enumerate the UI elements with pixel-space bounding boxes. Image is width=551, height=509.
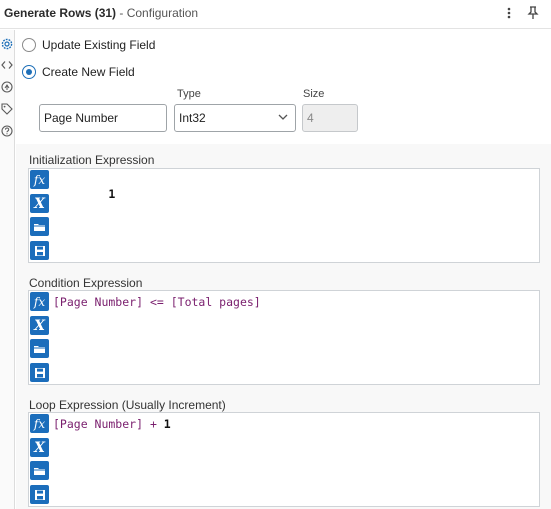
- condition-expression-section: Condition Expression fx X [Page Number] …: [16, 268, 551, 390]
- init-expression-section: Initialization Expression fx X 1: [16, 144, 551, 268]
- save-icon[interactable]: [30, 363, 49, 382]
- code-token: 1: [163, 417, 171, 431]
- field-name-input[interactable]: Page Number: [39, 104, 167, 132]
- code-token: <=: [143, 295, 171, 309]
- size-input: 4: [302, 104, 358, 132]
- folder-icon[interactable]: [30, 217, 49, 236]
- panel-title: Generate Rows (31) - Configuration: [4, 6, 198, 20]
- arrows-icon[interactable]: [1, 81, 13, 93]
- gear-icon[interactable]: [1, 38, 13, 50]
- create-new-label: Create New Field: [42, 65, 135, 79]
- condition-expression-label: Condition Expression: [29, 276, 143, 290]
- tool-name: Generate Rows (31): [4, 6, 117, 20]
- code-token: [Page Number]: [53, 417, 144, 431]
- loop-expression-section: Loop Expression (Usually Increment) fx X…: [16, 390, 551, 509]
- type-select[interactable]: Int32: [174, 104, 296, 132]
- pin-icon[interactable]: [524, 4, 542, 22]
- variable-icon[interactable]: X: [30, 316, 49, 335]
- loop-expression-label: Loop Expression (Usually Increment): [29, 398, 226, 412]
- panel-header: Generate Rows (31) - Configuration: [0, 0, 551, 29]
- init-expression-code[interactable]: 1: [53, 173, 115, 215]
- more-vertical-icon[interactable]: [500, 4, 518, 22]
- update-existing-field-option[interactable]: Update Existing Field: [22, 36, 155, 54]
- side-rail: [0, 30, 15, 509]
- config-panel: Update Existing Field Create New Field P…: [16, 30, 551, 509]
- update-existing-radio[interactable]: [22, 38, 36, 52]
- code-token: [Page Number]: [53, 295, 144, 309]
- create-new-radio[interactable]: [22, 65, 36, 79]
- folder-icon[interactable]: [30, 461, 49, 480]
- code-token: 1: [108, 187, 116, 201]
- variable-icon[interactable]: X: [30, 438, 49, 457]
- loop-expression-editor[interactable]: fx X [Page Number] + 1: [28, 412, 540, 507]
- init-expression-editor[interactable]: fx X 1: [28, 168, 540, 263]
- loop-expression-code[interactable]: [Page Number] + 1: [53, 417, 171, 431]
- type-selected-value: Int32: [179, 111, 206, 125]
- update-existing-label: Update Existing Field: [42, 38, 156, 52]
- code-token: +: [143, 417, 164, 431]
- condition-expression-editor[interactable]: fx X [Page Number] <= [Total pages]: [28, 290, 540, 385]
- init-expression-label: Initialization Expression: [29, 153, 155, 167]
- save-icon[interactable]: [30, 485, 49, 504]
- chevron-down-icon: [278, 114, 288, 122]
- folder-icon[interactable]: [30, 339, 49, 358]
- tag-icon[interactable]: [1, 103, 13, 115]
- create-new-field-option[interactable]: Create New Field: [22, 63, 135, 81]
- save-icon[interactable]: [30, 241, 49, 260]
- size-label: Size: [303, 88, 325, 100]
- code-icon[interactable]: [1, 59, 13, 71]
- function-icon[interactable]: fx: [30, 414, 49, 433]
- code-token: [Total pages]: [170, 295, 261, 309]
- function-icon[interactable]: fx: [30, 292, 49, 311]
- panel-subtitle: - Configuration: [119, 6, 199, 20]
- condition-expression-code[interactable]: [Page Number] <= [Total pages]: [53, 295, 261, 309]
- function-icon[interactable]: fx: [30, 170, 49, 189]
- variable-icon[interactable]: X: [30, 194, 49, 213]
- help-icon[interactable]: [1, 125, 13, 137]
- type-label: Type: [177, 88, 201, 100]
